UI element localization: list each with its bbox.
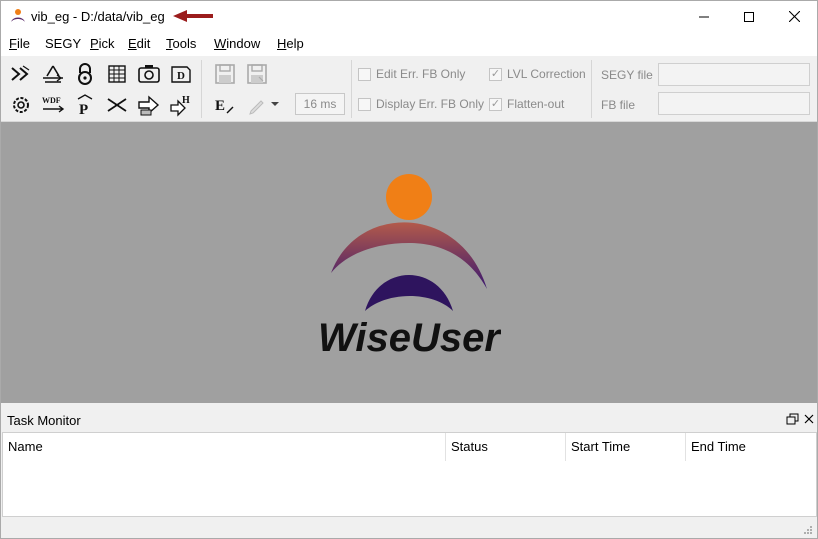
pencil-icon[interactable] — [245, 93, 269, 117]
red-arrow-icon — [173, 10, 213, 22]
menu-file-rest: ile — [16, 36, 30, 51]
svg-text:WDF: WDF — [42, 96, 61, 105]
task-monitor-header: Task Monitor — [1, 409, 817, 431]
restore-float-icon[interactable] — [786, 412, 800, 426]
h-arrow-icon[interactable]: H — [169, 93, 193, 117]
checkbox-box — [358, 67, 371, 81]
display-err-fb-only-checkbox[interactable]: Display Err. FB Only — [358, 97, 484, 111]
svg-text:D: D — [177, 70, 185, 82]
application-window: vib_eg - D:/data/vib_eg File SEGY Pick E… — [0, 0, 818, 539]
export-arrow-icon[interactable] — [137, 93, 161, 117]
column-header-end-time[interactable]: End Time — [686, 433, 816, 461]
fb-file-input[interactable] — [658, 92, 810, 115]
svg-text:H: H — [182, 95, 190, 106]
scissors-cut-icon[interactable] — [105, 93, 129, 117]
wdf-icon[interactable]: WDF — [41, 93, 65, 117]
segy-file-input[interactable] — [658, 63, 810, 86]
svg-text:P: P — [79, 102, 88, 117]
column-header-status[interactable]: Status — [446, 433, 566, 461]
task-monitor-title: Task Monitor — [7, 413, 81, 428]
menu-help-rest: elp — [286, 36, 304, 51]
toolbar-separator — [351, 60, 352, 118]
svg-text:E: E — [215, 98, 225, 114]
status-bar — [1, 518, 817, 538]
logo-wordmark: WiseUser — [318, 316, 501, 360]
minimize-icon[interactable] — [681, 1, 727, 32]
menu-tools-rest: ools — [172, 36, 197, 51]
menu-bar: File SEGY Pick Edit Tools Window Help — [1, 32, 817, 56]
checkbox-box: ✓ — [489, 97, 502, 111]
lvl-correction-checkbox[interactable]: ✓ LVL Correction — [489, 67, 586, 81]
p-pick-icon[interactable]: P — [73, 93, 97, 117]
save-all-disk-icon[interactable] — [245, 62, 269, 86]
main-canvas[interactable]: WiseUser — [1, 122, 817, 403]
close-icon[interactable] — [802, 412, 816, 426]
edit-err-fb-only-label: Edit Err. FB Only — [376, 67, 466, 81]
menu-edit[interactable]: Edit — [128, 36, 150, 51]
wiseuser-app-icon — [11, 9, 25, 22]
display-err-fb-only-label: Display Err. FB Only — [376, 97, 485, 111]
flatten-out-checkbox[interactable]: ✓ Flatten-out — [489, 97, 564, 111]
window-title: vib_eg - D:/data/vib_eg — [31, 9, 165, 24]
menu-help[interactable]: Help — [277, 36, 304, 51]
lvl-correction-label: LVL Correction — [507, 67, 586, 81]
import-arrow-icon[interactable] — [41, 62, 65, 86]
toolbar-separator — [591, 60, 592, 118]
resize-grip-icon[interactable] — [803, 525, 813, 535]
settings-gear-icon[interactable] — [9, 93, 33, 117]
fast-forward-icon[interactable] — [9, 62, 33, 86]
checkbox-box: ✓ — [489, 67, 502, 81]
close-icon[interactable] — [771, 1, 817, 32]
menu-tools[interactable]: Tools — [166, 36, 196, 51]
toolbar-separator — [201, 60, 202, 118]
e-edit-icon[interactable]: E — [213, 93, 237, 117]
maximize-icon[interactable] — [726, 1, 772, 32]
menu-pick-rest: ick — [98, 36, 115, 51]
chevron-down-icon[interactable] — [267, 96, 283, 112]
menu-file[interactable]: File — [9, 36, 30, 51]
menu-edit-rest: dit — [136, 36, 151, 51]
menu-pick[interactable]: Pick — [90, 36, 115, 51]
time-offset-input[interactable]: 16 ms — [295, 93, 345, 115]
wiseuser-logo: WiseUser — [318, 174, 501, 360]
checkbox-box — [358, 97, 371, 111]
menu-window[interactable]: Window — [214, 36, 260, 51]
flatten-out-label: Flatten-out — [507, 97, 565, 111]
task-table: Name Status Start Time End Time — [2, 432, 817, 517]
menu-segy[interactable]: SEGY — [45, 36, 81, 51]
edit-err-fb-only-checkbox[interactable]: Edit Err. FB Only — [358, 67, 465, 81]
menu-window-rest: indow — [226, 36, 261, 51]
title-bar[interactable]: vib_eg - D:/data/vib_eg — [1, 1, 817, 32]
lock-icon[interactable] — [73, 62, 97, 86]
grid-table-icon[interactable] — [105, 62, 129, 86]
d-document-icon[interactable]: D — [169, 62, 193, 86]
save-disk-icon[interactable] — [213, 62, 237, 86]
fb-file-label: FB file — [601, 98, 636, 112]
column-header-name[interactable]: Name — [3, 433, 446, 461]
camera-icon[interactable] — [137, 62, 161, 86]
segy-file-label: SEGY file — [601, 68, 653, 82]
toolbar: D WDF P H E 16 ms Edit Err. FB Only Disp… — [1, 56, 817, 122]
column-header-start-time[interactable]: Start Time — [566, 433, 686, 461]
